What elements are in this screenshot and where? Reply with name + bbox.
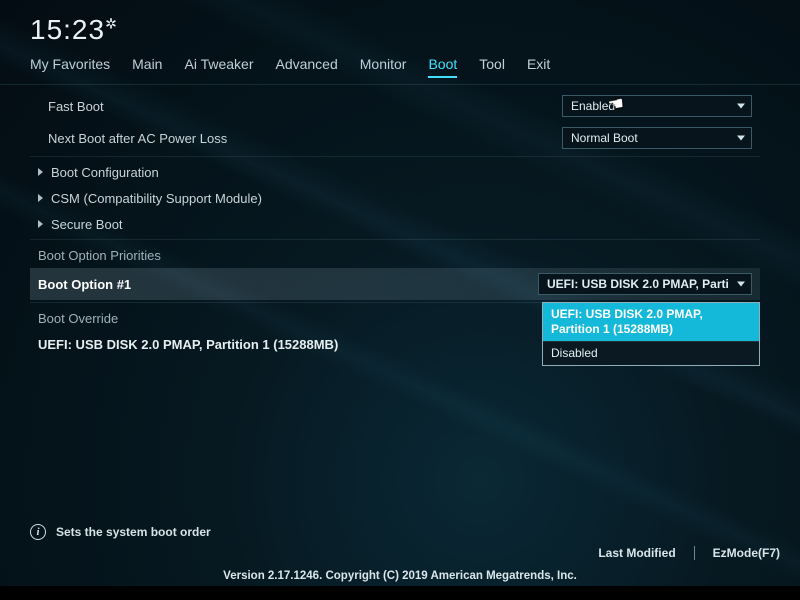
fast-boot-select[interactable]: Enabled bbox=[562, 95, 752, 117]
cursor-hand-icon: ☚ bbox=[606, 93, 626, 116]
secure-boot-label: Secure Boot bbox=[51, 217, 752, 232]
next-boot-select[interactable]: Normal Boot bbox=[562, 127, 752, 149]
bios-header: 15:23✲ bbox=[0, 0, 800, 46]
next-boot-row[interactable]: Next Boot after AC Power Loss Normal Boo… bbox=[30, 122, 760, 154]
boot-option-1-row[interactable]: Boot Option #1 UEFI: USB DISK 2.0 PMAP, … bbox=[30, 268, 760, 300]
boot-configuration-label: Boot Configuration bbox=[51, 165, 752, 180]
help-text: Sets the system boot order bbox=[56, 525, 211, 539]
boot-option-1-dropdown[interactable]: UEFI: USB DISK 2.0 PMAP, Partition 1 (15… bbox=[542, 302, 760, 366]
info-icon: i bbox=[30, 524, 46, 540]
tab-boot[interactable]: Boot bbox=[428, 56, 457, 78]
last-modified-link[interactable]: Last Modified bbox=[598, 546, 675, 560]
help-bar: i Sets the system boot order bbox=[30, 524, 211, 540]
tab-main[interactable]: Main bbox=[132, 56, 162, 78]
tab-my-favorites[interactable]: My Favorites bbox=[30, 56, 110, 78]
clock-time: 15:23 bbox=[30, 14, 105, 45]
boot-priorities-header: Boot Option Priorities bbox=[30, 242, 760, 268]
fast-boot-row[interactable]: Fast Boot Enabled bbox=[30, 90, 760, 122]
fast-boot-label: Fast Boot bbox=[48, 99, 562, 114]
boot-priorities-label: Boot Option Priorities bbox=[38, 248, 752, 263]
next-boot-label: Next Boot after AC Power Loss bbox=[48, 131, 562, 146]
chevron-right-icon bbox=[38, 220, 43, 228]
chevron-right-icon bbox=[38, 194, 43, 202]
tab-monitor[interactable]: Monitor bbox=[360, 56, 407, 78]
clock-gear-icon: ✲ bbox=[105, 16, 118, 32]
csm-row[interactable]: CSM (Compatibility Support Module) bbox=[30, 185, 760, 211]
tab-tool[interactable]: Tool bbox=[479, 56, 505, 78]
footer-version: Version 2.17.1246. Copyright (C) 2019 Am… bbox=[0, 570, 800, 582]
tab-exit[interactable]: Exit bbox=[527, 56, 550, 78]
dropdown-option-disabled[interactable]: Disabled bbox=[543, 341, 759, 365]
tab-ai-tweaker[interactable]: Ai Tweaker bbox=[184, 56, 253, 78]
tab-advanced[interactable]: Advanced bbox=[275, 56, 337, 78]
boot-panel: Fast Boot Enabled Next Boot after AC Pow… bbox=[30, 90, 760, 550]
boot-configuration-row[interactable]: Boot Configuration bbox=[30, 159, 760, 185]
dropdown-option-uefi-usb[interactable]: UEFI: USB DISK 2.0 PMAP, Partition 1 (15… bbox=[543, 303, 759, 341]
boot-option-1-select[interactable]: UEFI: USB DISK 2.0 PMAP, Parti bbox=[538, 273, 752, 295]
ezmode-link[interactable]: EzMode(F7) bbox=[713, 546, 780, 560]
footer-shortcuts: Last Modified EzMode(F7) bbox=[598, 546, 780, 560]
csm-label: CSM (Compatibility Support Module) bbox=[51, 191, 752, 206]
boot-option-1-label: Boot Option #1 bbox=[38, 277, 538, 292]
main-tabs: My Favorites Main Ai Tweaker Advanced Mo… bbox=[0, 46, 800, 85]
clock: 15:23✲ bbox=[30, 14, 118, 46]
secure-boot-row[interactable]: Secure Boot bbox=[30, 211, 760, 237]
chevron-right-icon bbox=[38, 168, 43, 176]
monitor-bezel bbox=[0, 586, 800, 600]
